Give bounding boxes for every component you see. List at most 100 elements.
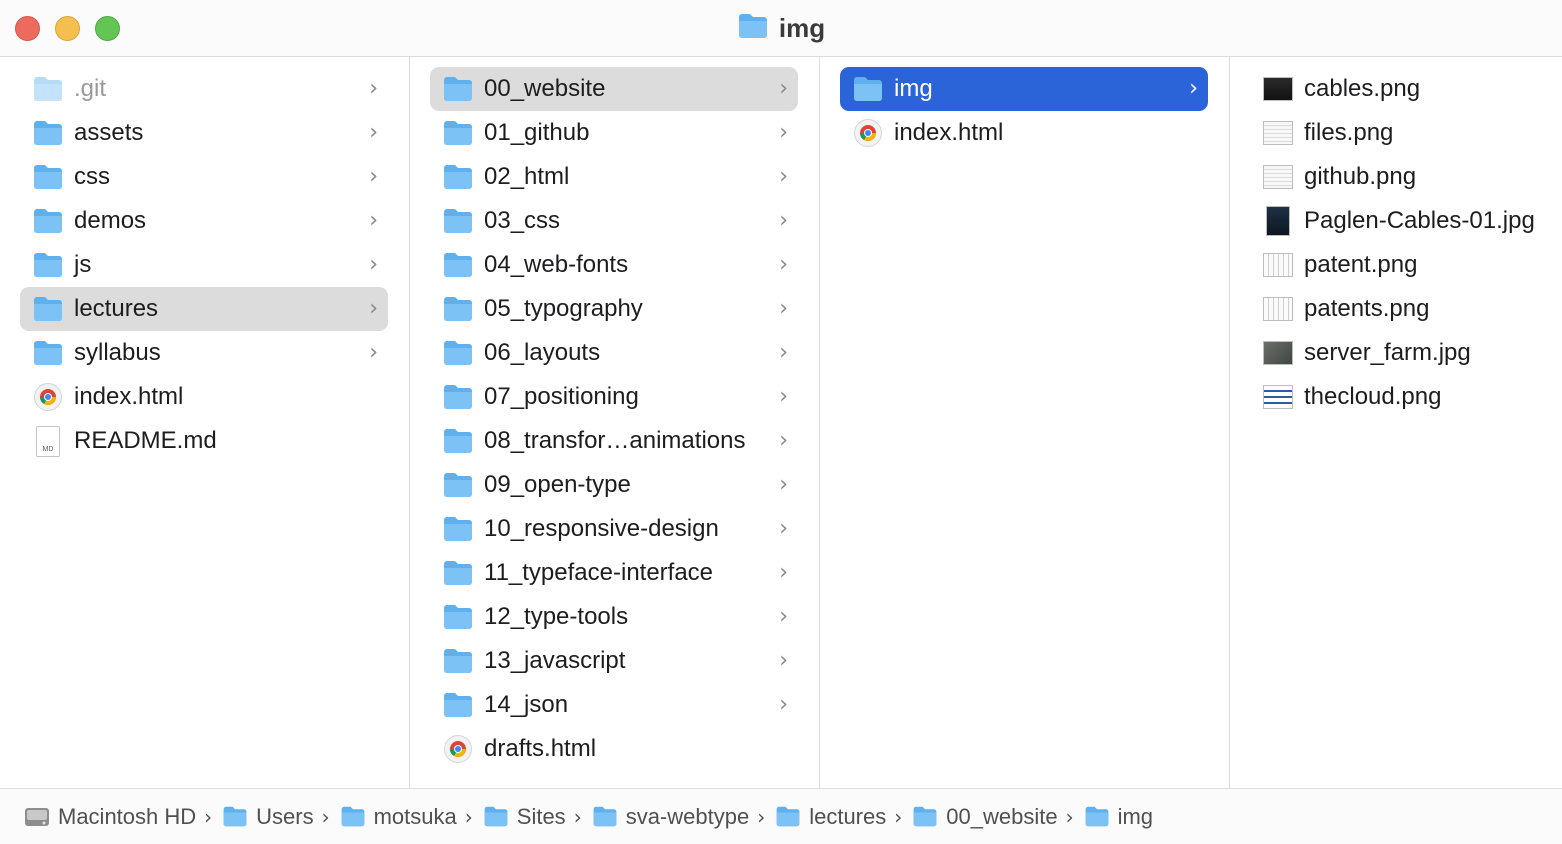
image-thumbnail-icon <box>1262 206 1294 236</box>
path-crumb[interactable]: Users <box>222 804 314 830</box>
chevron-right-icon: › <box>1189 76 1198 101</box>
item-label: .git <box>74 75 107 102</box>
list-item[interactable]: thecloud.png <box>1250 375 1562 419</box>
list-item[interactable]: server_farm.jpg <box>1250 331 1562 375</box>
item-label: 08_transfor…animations <box>484 427 746 454</box>
list-item[interactable]: img › <box>840 67 1208 111</box>
item-label: github.png <box>1304 163 1417 190</box>
list-item[interactable]: .git › <box>20 67 388 111</box>
folder-icon <box>442 471 474 499</box>
folder-icon <box>442 515 474 543</box>
item-label: img <box>894 75 933 102</box>
item-label: assets <box>74 119 144 146</box>
path-crumb[interactable]: Sites <box>483 804 566 830</box>
list-item[interactable]: 12_type-tools › <box>430 595 798 639</box>
folder-icon <box>442 251 474 279</box>
path-crumb[interactable]: img <box>1084 804 1153 830</box>
list-item[interactable]: 14_json › <box>430 683 798 727</box>
folder-icon <box>32 207 64 235</box>
chevron-right-icon: › <box>779 384 788 409</box>
list-item[interactable]: cables.png <box>1250 67 1562 111</box>
list-item[interactable]: syllabus › <box>20 331 388 375</box>
folder-icon <box>442 559 474 587</box>
home-folder-icon <box>340 805 366 828</box>
folder-icon <box>442 691 474 719</box>
folder-icon <box>442 383 474 411</box>
list-item[interactable]: 08_transfor…animations › <box>430 419 798 463</box>
list-item[interactable]: 09_open-type › <box>430 463 798 507</box>
chevron-right-icon: › <box>779 428 788 453</box>
chevron-right-icon: › <box>321 804 330 829</box>
item-label: syllabus <box>74 339 161 366</box>
chevron-right-icon: › <box>573 804 582 829</box>
image-thumbnail-icon <box>1262 75 1294 103</box>
item-label: patent.png <box>1304 251 1418 278</box>
list-item[interactable]: 07_positioning › <box>430 375 798 419</box>
image-thumbnail-icon <box>1262 383 1294 411</box>
chrome-file-icon <box>32 383 64 411</box>
path-crumb-label: img <box>1117 803 1154 829</box>
list-item[interactable]: 10_responsive-design › <box>430 507 798 551</box>
item-label: 01_github <box>484 119 590 146</box>
path-crumb[interactable]: lectures <box>775 804 886 830</box>
chrome-file-icon <box>852 119 884 147</box>
list-item[interactable]: 00_website › <box>430 67 798 111</box>
list-item[interactable]: 13_javascript › <box>430 639 798 683</box>
path-crumb-label: motsuka <box>373 803 457 829</box>
path-crumb-label: Sites <box>516 803 566 829</box>
path-crumb[interactable]: motsuka <box>340 804 457 830</box>
list-item[interactable]: 01_github › <box>430 111 798 155</box>
folder-icon <box>592 805 618 828</box>
list-item[interactable]: js › <box>20 243 388 287</box>
sites-folder-icon <box>483 805 509 828</box>
path-crumb[interactable]: sva-webtype <box>592 803 750 830</box>
folder-icon <box>442 647 474 675</box>
list-item[interactable]: drafts.html <box>430 727 798 771</box>
item-label: js <box>74 251 92 278</box>
chevron-right-icon: › <box>779 648 788 673</box>
item-label: index.html <box>74 383 184 410</box>
path-crumb[interactable]: 00_website <box>912 804 1058 830</box>
item-label: files.png <box>1304 119 1394 146</box>
column-4[interactable]: cables.png files.png github.png Paglen-Cabl… <box>1230 57 1562 788</box>
list-item[interactable]: 06_layouts › <box>430 331 798 375</box>
markdown-file-icon: MD <box>32 425 64 457</box>
image-thumbnail-icon <box>1262 119 1294 147</box>
image-thumbnail-icon <box>1262 251 1294 279</box>
list-item[interactable]: MD README.md <box>20 419 388 463</box>
path-bar: Macintosh HD › Users › motsuka › Sites › sva-web… <box>0 788 1562 844</box>
list-item[interactable]: index.html <box>20 375 388 419</box>
list-item[interactable]: assets › <box>20 111 388 155</box>
file-type-badge: MD <box>42 445 54 453</box>
chevron-right-icon: › <box>779 76 788 101</box>
list-item[interactable]: css › <box>20 155 388 199</box>
folder-icon <box>442 603 474 631</box>
item-label: thecloud.png <box>1304 383 1442 410</box>
list-item[interactable]: 05_typography › <box>430 287 798 331</box>
list-item[interactable]: 03_css › <box>430 199 798 243</box>
list-item[interactable]: demos › <box>20 199 388 243</box>
chevron-right-icon: › <box>369 208 378 233</box>
list-item[interactable]: index.html <box>840 111 1208 155</box>
list-item[interactable]: Paglen-Cables-01.jpg <box>1250 199 1562 243</box>
list-item[interactable]: files.png <box>1250 111 1562 155</box>
path-crumb[interactable]: Macintosh HD <box>24 804 196 830</box>
chevron-right-icon: › <box>369 340 378 365</box>
image-thumbnail-icon <box>1262 339 1294 367</box>
list-item[interactable]: lectures › <box>20 287 388 331</box>
item-label: 04_web-fonts <box>484 251 629 278</box>
folder-icon <box>442 163 474 191</box>
item-label: 11_typeface-interface <box>484 559 714 586</box>
path-crumb-label: sva-webtype <box>625 803 750 829</box>
folder-icon <box>442 339 474 367</box>
column-3[interactable]: img › index.html <box>820 57 1230 788</box>
column-2[interactable]: 00_website › 01_github › 02_html › 03_css › 04_w… <box>410 57 820 788</box>
hard-drive-icon <box>24 805 50 829</box>
list-item[interactable]: patent.png <box>1250 243 1562 287</box>
list-item[interactable]: 02_html › <box>430 155 798 199</box>
list-item[interactable]: 04_web-fonts › <box>430 243 798 287</box>
column-1[interactable]: .git › assets › css › demos › js › lectures › syllab… <box>0 57 410 788</box>
list-item[interactable]: 11_typeface-interface › <box>430 551 798 595</box>
list-item[interactable]: patents.png <box>1250 287 1562 331</box>
list-item[interactable]: github.png <box>1250 155 1562 199</box>
